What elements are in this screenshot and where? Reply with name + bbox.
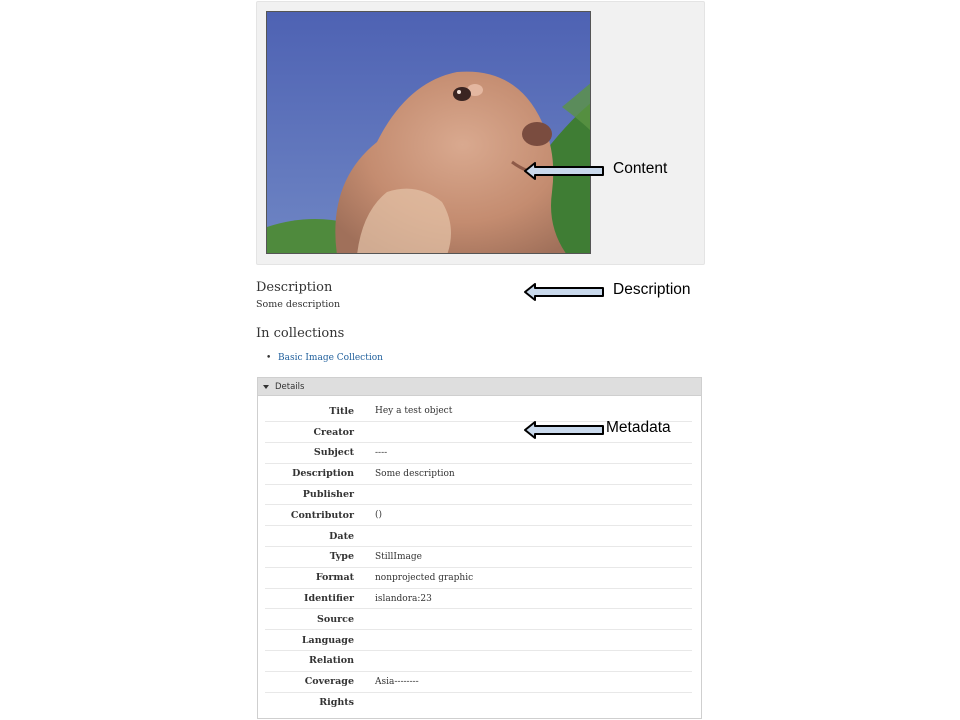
metadata-value: () (375, 510, 383, 521)
table-row: Description Some description (265, 463, 692, 485)
description-text: Some description (256, 299, 341, 310)
metadata-value: islandora:23 (375, 593, 432, 604)
metadata-value: ---- (375, 447, 388, 458)
table-row: Subject ---- (265, 443, 692, 464)
table-row: Rights (265, 692, 692, 713)
description-heading: Description (256, 280, 333, 295)
content-viewer (256, 1, 705, 265)
table-row: Date (265, 526, 692, 547)
metadata-value: Asia-------- (375, 676, 419, 687)
metadata-label: Source (317, 613, 354, 625)
table-row: Relation (265, 651, 692, 672)
collections-heading: In collections (256, 326, 345, 341)
collections-list: Basic Image Collection (266, 352, 383, 364)
metadata-label: Type (329, 551, 354, 563)
table-row: Contributor () (265, 505, 692, 526)
metadata-value (354, 609, 692, 630)
metadata-value (354, 630, 692, 651)
metadata-label: Rights (319, 697, 354, 709)
metadata-callout: Metadata (606, 419, 671, 436)
metadata-label: Title (329, 405, 354, 417)
details-toggle[interactable]: Details (258, 378, 701, 396)
metadata-value: nonprojected graphic (375, 572, 474, 583)
metadata-label: Coverage (304, 676, 354, 688)
description-arrow-icon (524, 283, 604, 301)
description-callout: Description (613, 281, 691, 298)
table-row: Source (265, 609, 692, 630)
metadata-table: Title Hey a test object Creator Subject --… (265, 401, 692, 713)
collapse-caret-icon (263, 384, 269, 389)
content-callout: Content (613, 160, 668, 177)
metadata-value (354, 692, 692, 713)
metadata-value (354, 526, 692, 547)
table-row: Identifier islandora:23 (265, 588, 692, 609)
prairie-dog-photo (267, 12, 590, 253)
collection-link[interactable]: Basic Image Collection (278, 353, 383, 363)
metadata-label: Relation (309, 655, 354, 667)
metadata-label: Subject (313, 447, 354, 459)
metadata-value (354, 484, 692, 505)
table-row: Language (265, 630, 692, 651)
metadata-label: Identifier (304, 593, 354, 605)
object-image[interactable] (266, 11, 591, 254)
metadata-label: Publisher (302, 489, 354, 501)
table-row: Coverage Asia-------- (265, 671, 692, 693)
table-row: Format nonprojected graphic (265, 567, 692, 589)
metadata-label: Format (315, 572, 354, 584)
metadata-arrow-icon (524, 421, 604, 439)
metadata-value: Some description (375, 468, 455, 479)
content-arrow-icon (524, 162, 604, 180)
metadata-label: Description (292, 468, 354, 480)
metadata-label: Contributor (290, 509, 354, 521)
table-row: Type StillImage (265, 547, 692, 568)
metadata-value: StillImage (375, 551, 422, 562)
metadata-label: Language (301, 634, 354, 646)
table-row: Publisher (265, 484, 692, 505)
metadata-label: Date (329, 530, 354, 542)
collection-item: Basic Image Collection (266, 352, 383, 364)
metadata-label: Creator (313, 426, 355, 438)
metadata-value (354, 651, 692, 672)
details-label: Details (275, 381, 305, 392)
